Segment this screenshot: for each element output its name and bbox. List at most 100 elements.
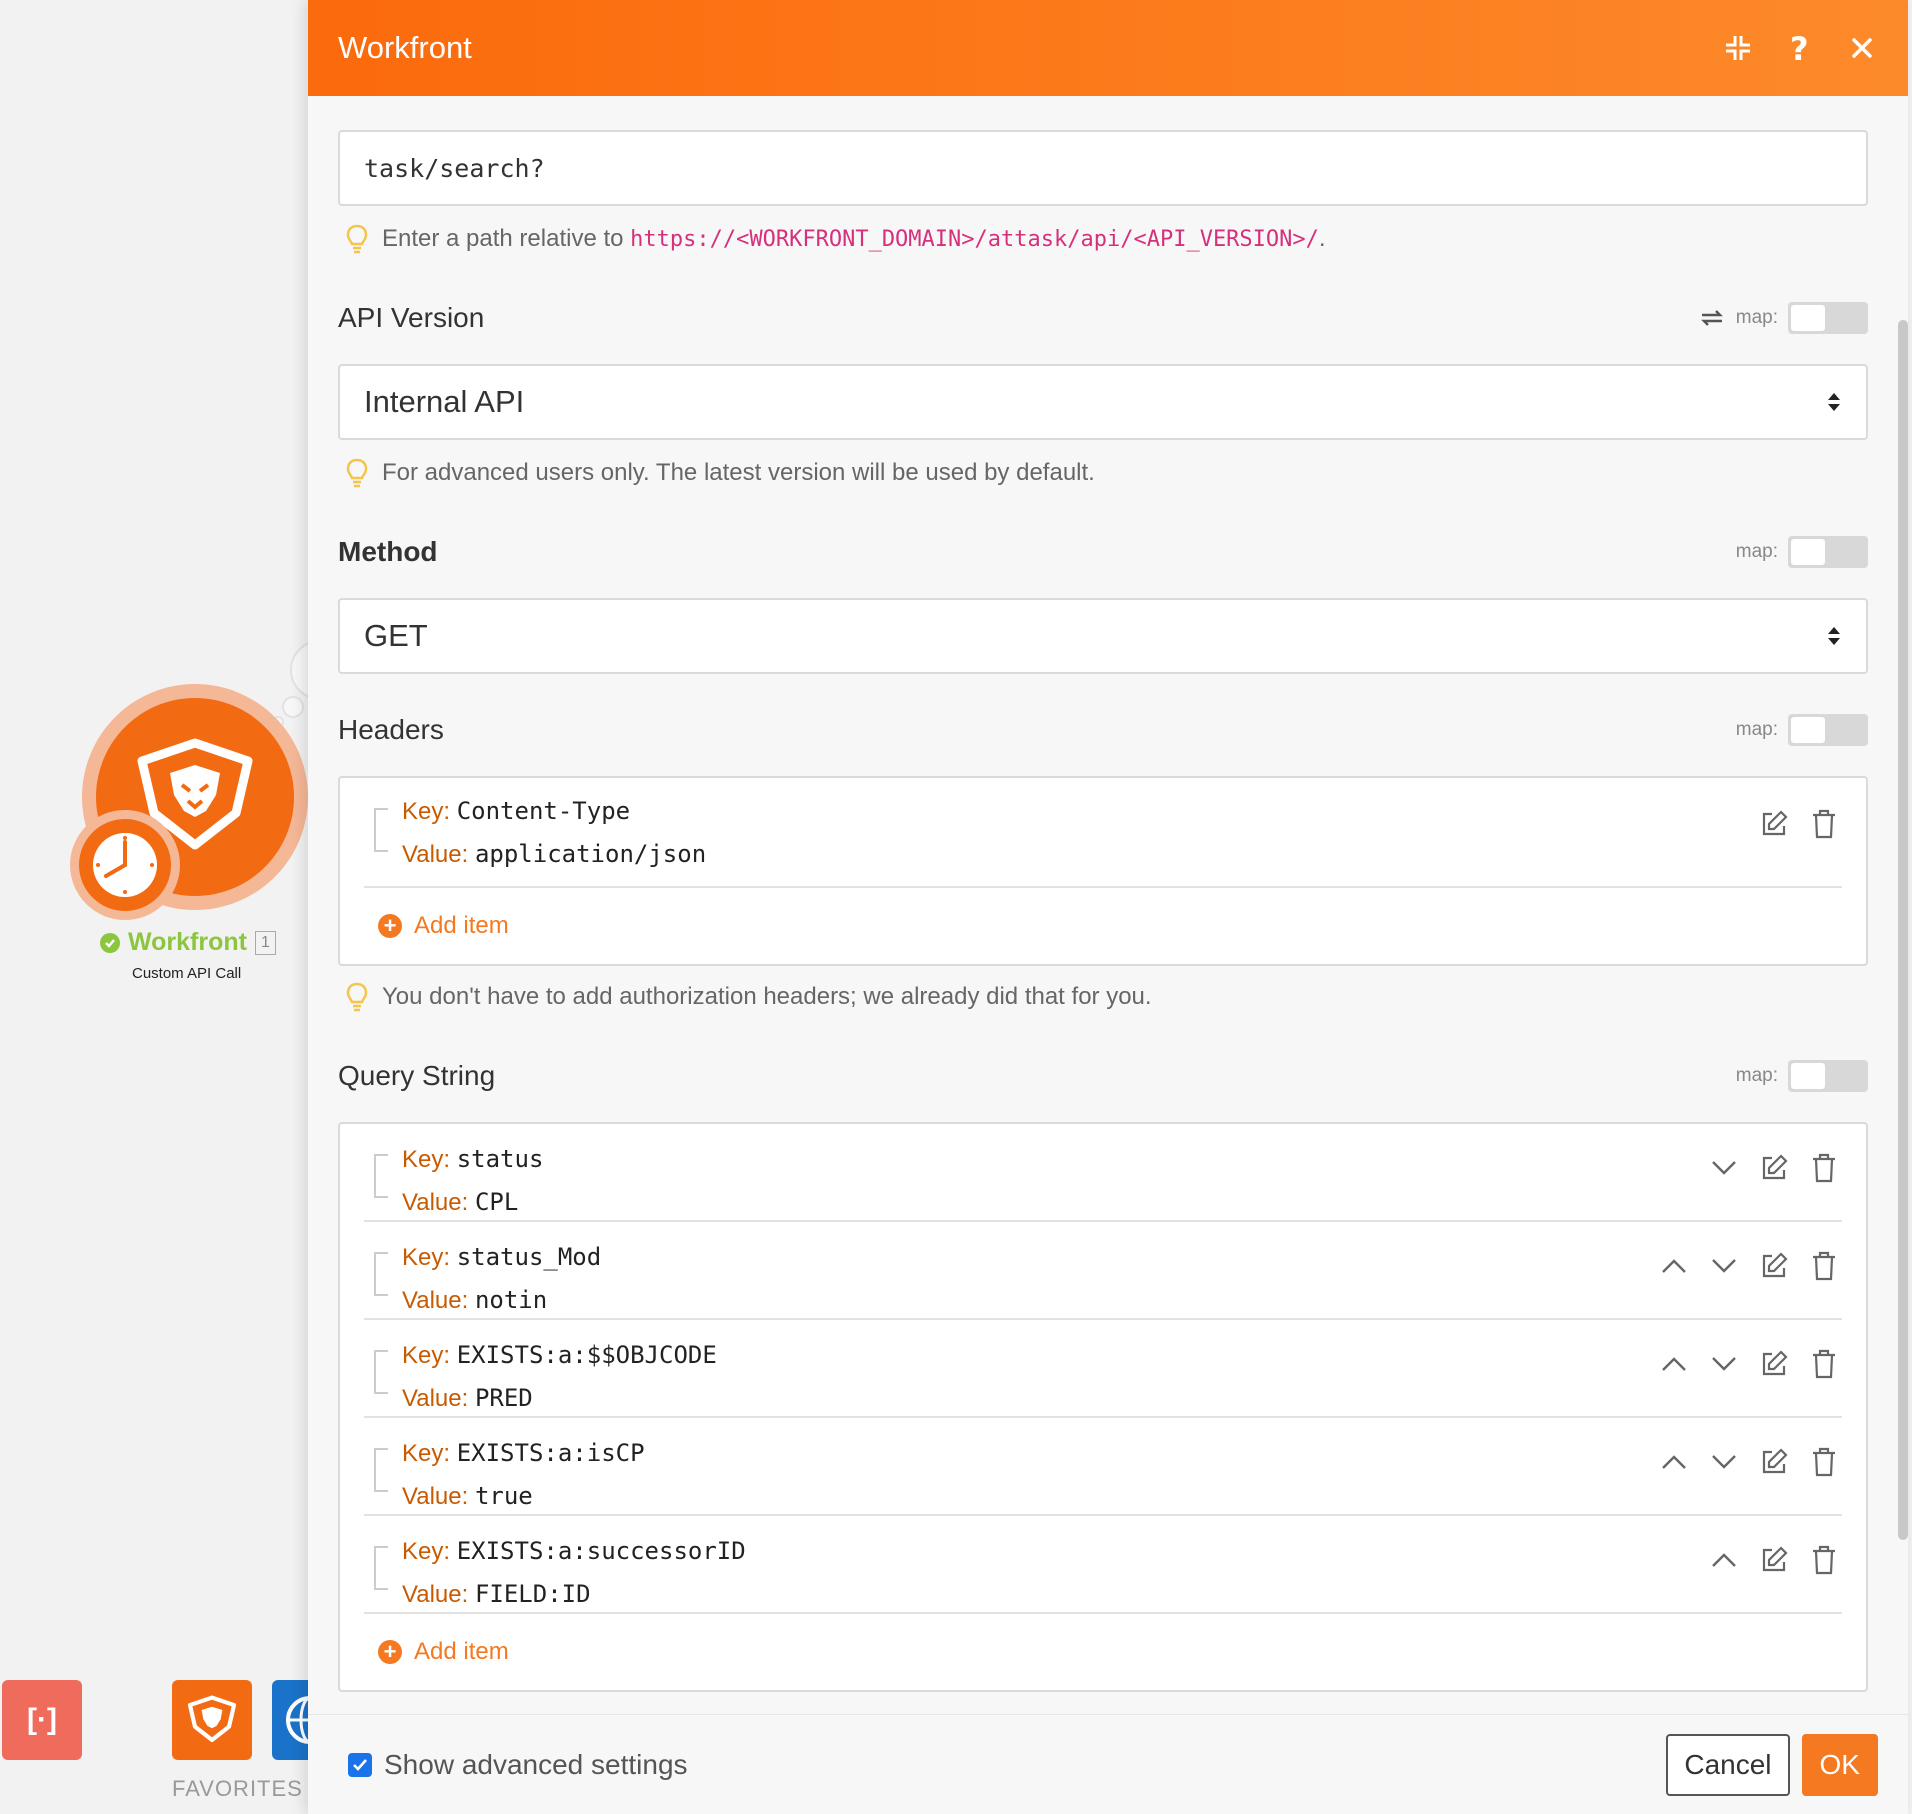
edit-icon[interactable] <box>1756 1248 1792 1284</box>
collapse-icon[interactable] <box>1722 32 1754 64</box>
dialog-title: Workfront <box>338 30 472 65</box>
header-value: application/json <box>474 840 707 868</box>
query-item: Key: EXISTS:a:successorID Value: FIELD:ID <box>364 1516 1842 1614</box>
query-add-item-button[interactable]: + Add item <box>364 1614 1842 1690</box>
dialog-scrollbar[interactable] <box>1898 320 1908 1540</box>
query-string-label-row: Query String map: <box>338 1056 1868 1096</box>
url-field: task/search? <box>338 130 1868 206</box>
lightbulb-icon <box>346 982 368 1012</box>
svg-text:?: ? <box>1790 32 1809 64</box>
query-item: Key: status Value: CPL <box>364 1124 1842 1222</box>
query-key-label: Key: <box>402 1342 451 1369</box>
map-label: map: <box>1735 307 1778 328</box>
url-input[interactable]: task/search? <box>338 130 1868 206</box>
query-value-label: Value: <box>402 1189 469 1216</box>
api-version-select[interactable]: Internal API <box>338 364 1868 440</box>
move-down-icon[interactable] <box>1706 1248 1742 1284</box>
headers-map-toggle[interactable] <box>1788 714 1868 746</box>
method-field: GET <box>338 598 1868 674</box>
map-label: map: <box>1735 1065 1778 1086</box>
trash-icon[interactable] <box>1806 1150 1842 1186</box>
header-value-label: Value: <box>402 841 469 868</box>
move-down-icon[interactable] <box>1706 1444 1742 1480</box>
advanced-settings-checkbox[interactable] <box>348 1752 372 1777</box>
move-up-icon[interactable] <box>1656 1444 1692 1480</box>
json-tool-label: [·] <box>27 1703 57 1736</box>
headers-list: Key: Content-Type Value: application/jso… <box>338 776 1868 966</box>
advanced-settings-toggle[interactable]: Show advanced settings <box>348 1749 688 1781</box>
method-select[interactable]: GET <box>338 598 1868 674</box>
query-key: EXISTS:a:successorID <box>456 1537 746 1565</box>
lightbulb-icon <box>346 224 368 254</box>
plus-icon: + <box>378 914 402 938</box>
move-up-icon[interactable] <box>1656 1346 1692 1382</box>
move-down-icon[interactable] <box>1706 1346 1742 1382</box>
move-up-icon[interactable] <box>1706 1542 1742 1578</box>
edit-icon[interactable] <box>1756 1150 1792 1186</box>
query-key-label: Key: <box>402 1244 451 1271</box>
api-version-map-toggle[interactable] <box>1788 302 1868 334</box>
workfront-lion-icon <box>187 1695 237 1743</box>
refresh-icon[interactable] <box>1698 305 1726 331</box>
url-hint-link: https://<WORKFRONT_DOMAIN>/attask/api/<A… <box>630 227 1319 252</box>
advanced-settings-label: Show advanced settings <box>384 1748 688 1780</box>
url-hint-text: Enter a path relative to <box>382 225 624 252</box>
query-key: status_Mod <box>456 1243 602 1271</box>
schedule-clock[interactable] <box>70 810 180 920</box>
dialog-footer: Show advanced settings Cancel OK <box>308 1714 1908 1814</box>
check-icon <box>100 932 120 953</box>
module-count-badge: 1 <box>254 930 276 955</box>
headers-add-item-button[interactable]: + Add item <box>364 888 1842 964</box>
edit-icon[interactable] <box>1756 806 1792 842</box>
module-name: Workfront <box>128 928 247 956</box>
select-arrows-icon <box>1828 627 1840 645</box>
query-key-label: Key: <box>402 1146 451 1173</box>
query-item: Key: EXISTS:a:isCP Value: true <box>364 1418 1842 1516</box>
trash-icon[interactable] <box>1806 1346 1842 1382</box>
edit-icon[interactable] <box>1756 1444 1792 1480</box>
favorites-label: FAVORITES <box>172 1776 303 1801</box>
url-hint: Enter a path relative to https://<WORKFR… <box>338 224 1868 254</box>
module-settings-dialog: Workfront ? task/search? Enter a path re… <box>308 0 1908 1814</box>
query-key: status <box>456 1145 544 1173</box>
query-string-list: Key: status Value: CPL Key: status_Mod Valu… <box>338 1122 1868 1692</box>
query-key: EXISTS:a:$$OBJCODE <box>456 1341 717 1369</box>
ok-button[interactable]: OK <box>1801 1733 1878 1796</box>
query-value: CPL <box>474 1188 519 1216</box>
plus-icon: + <box>378 1640 402 1664</box>
header-key-label: Key: <box>402 798 451 825</box>
move-up-icon[interactable] <box>1656 1248 1692 1284</box>
api-version-value: Internal API <box>364 384 525 419</box>
workfront-favorite-button[interactable] <box>172 1680 252 1760</box>
close-icon[interactable] <box>1846 32 1878 64</box>
help-icon[interactable]: ? <box>1784 32 1816 64</box>
query-key: EXISTS:a:isCP <box>456 1439 645 1467</box>
headers-hint: You don't have to add authorization head… <box>338 982 1868 1012</box>
method-map-toggle[interactable] <box>1788 536 1868 568</box>
url-hint-suffix: . <box>1318 225 1326 252</box>
trash-icon[interactable] <box>1806 806 1842 842</box>
method-label-row: Method map: <box>338 532 1868 572</box>
map-label: map: <box>1735 719 1778 740</box>
query-string-label: Query String <box>338 1060 496 1091</box>
trash-icon[interactable] <box>1806 1248 1842 1284</box>
move-down-icon[interactable] <box>1706 1150 1742 1186</box>
query-value: notin <box>474 1286 548 1314</box>
query-string-map-toggle[interactable] <box>1788 1060 1868 1092</box>
edit-icon[interactable] <box>1756 1346 1792 1382</box>
trash-icon[interactable] <box>1806 1444 1842 1480</box>
headers-label: Headers <box>338 714 444 745</box>
module-subtitle: Custom API Call <box>132 965 242 982</box>
json-tool-button[interactable]: [·] <box>2 1680 82 1760</box>
cancel-button[interactable]: Cancel <box>1666 1733 1790 1796</box>
trash-icon[interactable] <box>1806 1542 1842 1578</box>
add-item-label: Add item <box>414 1638 509 1665</box>
api-version-label: API Version <box>338 302 485 333</box>
check-icon <box>353 1758 367 1771</box>
api-version-field: Internal API <box>338 364 1868 440</box>
header-item: Key: Content-Type Value: application/jso… <box>364 778 1842 888</box>
api-version-hint: For advanced users only. The latest vers… <box>338 458 1868 488</box>
query-value-label: Value: <box>402 1581 469 1608</box>
edit-icon[interactable] <box>1756 1542 1792 1578</box>
workfront-module[interactable] <box>70 680 310 920</box>
